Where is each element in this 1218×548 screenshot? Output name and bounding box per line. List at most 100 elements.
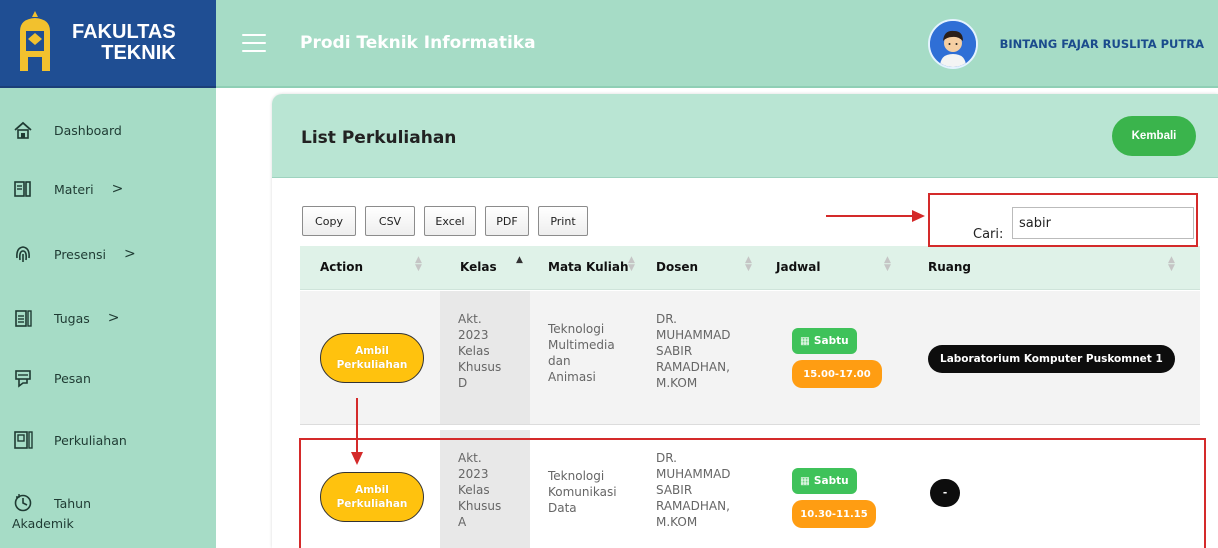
sort-asc-icon[interactable]: ▲ [516,256,523,265]
sidebar-item-tahun-akademik[interactable]: Tahun [0,489,216,517]
menu-toggle-icon[interactable] [242,34,266,52]
jadwal-day-badge: ▦ Sabtu [792,468,857,494]
kelas-line: Akt. [458,312,482,326]
sidebar-item-dashboard[interactable]: Dashboard [0,116,216,144]
button-label: Ambil Perkuliahan [336,345,408,371]
sidebar-item-label: Pesan [54,370,91,386]
column-header-ruang[interactable]: Ruang [928,260,971,274]
dosen-line: RAMADHAN, [656,360,730,374]
sidebar-item-pesan[interactable]: Pesan [0,364,216,392]
mata-kuliah-line: Data [548,501,577,515]
jadwal-time-badge: 15.00-17.00 [792,360,882,388]
dosen-cell: DR. MUHAMMAD SABIR RAMADHAN, M.KOM [656,311,731,391]
jadwal-time-badge: 10.30-11.15 [792,500,876,528]
sort-icon[interactable]: ▲ ▼ [884,256,891,273]
mata-kuliah-line: Teknologi [548,469,605,483]
user-menu[interactable]: BINTANG FAJAR RUSLITA PUTRA [927,0,1218,88]
day-label: Sabtu [813,475,849,487]
column-header-jadwal[interactable]: Jadwal [776,260,820,274]
page-title: List Perkuliahan [301,128,457,148]
calendar-icon: ▦ [800,475,810,487]
print-button[interactable]: Print [538,206,588,236]
sidebar-item-tugas[interactable]: Tugas > [0,304,216,332]
avatar[interactable] [927,19,978,69]
column-header-mata-kuliah[interactable]: Mata Kuliah [548,260,629,274]
home-icon [12,119,34,141]
table-row: Ambil Perkuliahan Akt. 2023 Kelas Khusus … [300,291,1200,425]
ruang-badge: Laboratorium Komputer Puskomnet 1 [928,345,1175,373]
mata-kuliah-line: Animasi [548,370,596,384]
csv-button[interactable]: CSV [365,206,415,236]
sidebar-item-perkuliahan[interactable]: Perkuliahan [0,426,216,454]
kelas-line: 2023 [458,467,489,481]
column-header-kelas[interactable]: Kelas [460,260,497,274]
brand-line-1: FAKULTAS [72,21,176,43]
kelas-line: Kelas [458,483,490,497]
brand-title: FAKULTAS TEKNIK [72,22,176,64]
kelas-line: 2023 [458,328,489,342]
dosen-line: DR. [656,451,677,465]
mata-kuliah-line: Multimedia [548,338,615,352]
annotation-arrow-down-icon [356,398,358,456]
sort-icon[interactable]: ▲ ▼ [415,256,422,273]
chevron-right-icon: > [107,310,120,326]
top-header: FAKULTAS TEKNIK Prodi Teknik Informatika… [0,0,1218,88]
kelas-line: Khusus [458,360,502,374]
column-header-dosen[interactable]: Dosen [656,260,698,274]
kelas-cell: Akt. 2023 Kelas Khusus D [458,311,501,391]
arrow-head-down-icon [351,452,363,465]
sort-icon[interactable]: ▲ ▼ [1168,256,1175,273]
book-icon [12,178,34,200]
search-input[interactable] [1012,207,1194,239]
ambil-perkuliahan-button[interactable]: Ambil Perkuliahan [320,333,424,383]
sidebar-item-label: Tugas [54,310,90,326]
back-button[interactable]: Kembali [1112,116,1196,156]
dosen-line: M.KOM [656,376,698,390]
kelas-line: A [458,515,467,529]
calendar-icon: ▦ [800,335,810,347]
sidebar-item-label-line2: Akademik [12,516,74,531]
annotation-arrow-icon [826,215,916,217]
ruang-badge: - [930,479,960,507]
ambil-perkuliahan-button[interactable]: Ambil Perkuliahan [320,472,424,522]
kelas-line: D [458,376,468,390]
sort-icon[interactable]: ▲ ▼ [628,256,635,273]
sidebar-item-label: Materi [54,181,94,197]
sort-icon[interactable]: ▲ ▼ [745,256,752,273]
dosen-line: MUHAMMAD [656,467,731,481]
mata-kuliah-line: Komunikasi [548,485,617,499]
message-icon [12,367,34,389]
user-name: BINTANG FAJAR RUSLITA PUTRA [999,37,1204,51]
arrow-head-right-icon [912,210,925,222]
excel-button[interactable]: Excel [424,206,476,236]
prodi-title: Prodi Teknik Informatika [300,33,536,53]
calendar-clock-icon [12,492,34,514]
mata-kuliah-line: dan [548,354,571,368]
sidebar: Dashboard Materi > Presensi > Tugas > Pe… [0,88,216,548]
dosen-line: M.KOM [656,515,698,529]
copy-button[interactable]: Copy [302,206,356,236]
kelas-line: Khusus [458,499,502,513]
table-header: Action ▲ ▼ Kelas ▲ Mata Kuliah ▲ ▼ Dosen ▲… [300,246,1200,290]
pdf-button[interactable]: PDF [485,206,529,236]
sidebar-item-label: Tahun [54,495,91,511]
search-label: Cari: [973,227,1004,242]
dosen-line: SABIR [656,344,693,358]
button-label: Ambil Perkuliahan [336,484,408,510]
sidebar-item-label: Perkuliahan [54,432,127,448]
clipboard-icon [12,307,34,329]
classroom-icon [12,429,34,451]
brand-block[interactable]: FAKULTAS TEKNIK [0,0,216,88]
column-header-action[interactable]: Action [320,260,363,274]
dosen-line: DR. [656,312,677,326]
kelas-line: Akt. [458,451,482,465]
mata-kuliah-line: Teknologi [548,322,605,336]
sidebar-item-label: Dashboard [54,122,122,138]
table-row: Ambil Perkuliahan Akt. 2023 Kelas Khusus … [300,430,1200,548]
dosen-line: MUHAMMAD [656,328,731,342]
fingerprint-icon [12,243,34,265]
sidebar-item-presensi[interactable]: Presensi > [0,240,216,268]
sidebar-item-materi[interactable]: Materi > [0,175,216,203]
kelas-cell: Akt. 2023 Kelas Khusus A [458,450,501,530]
chevron-right-icon: > [111,181,124,197]
